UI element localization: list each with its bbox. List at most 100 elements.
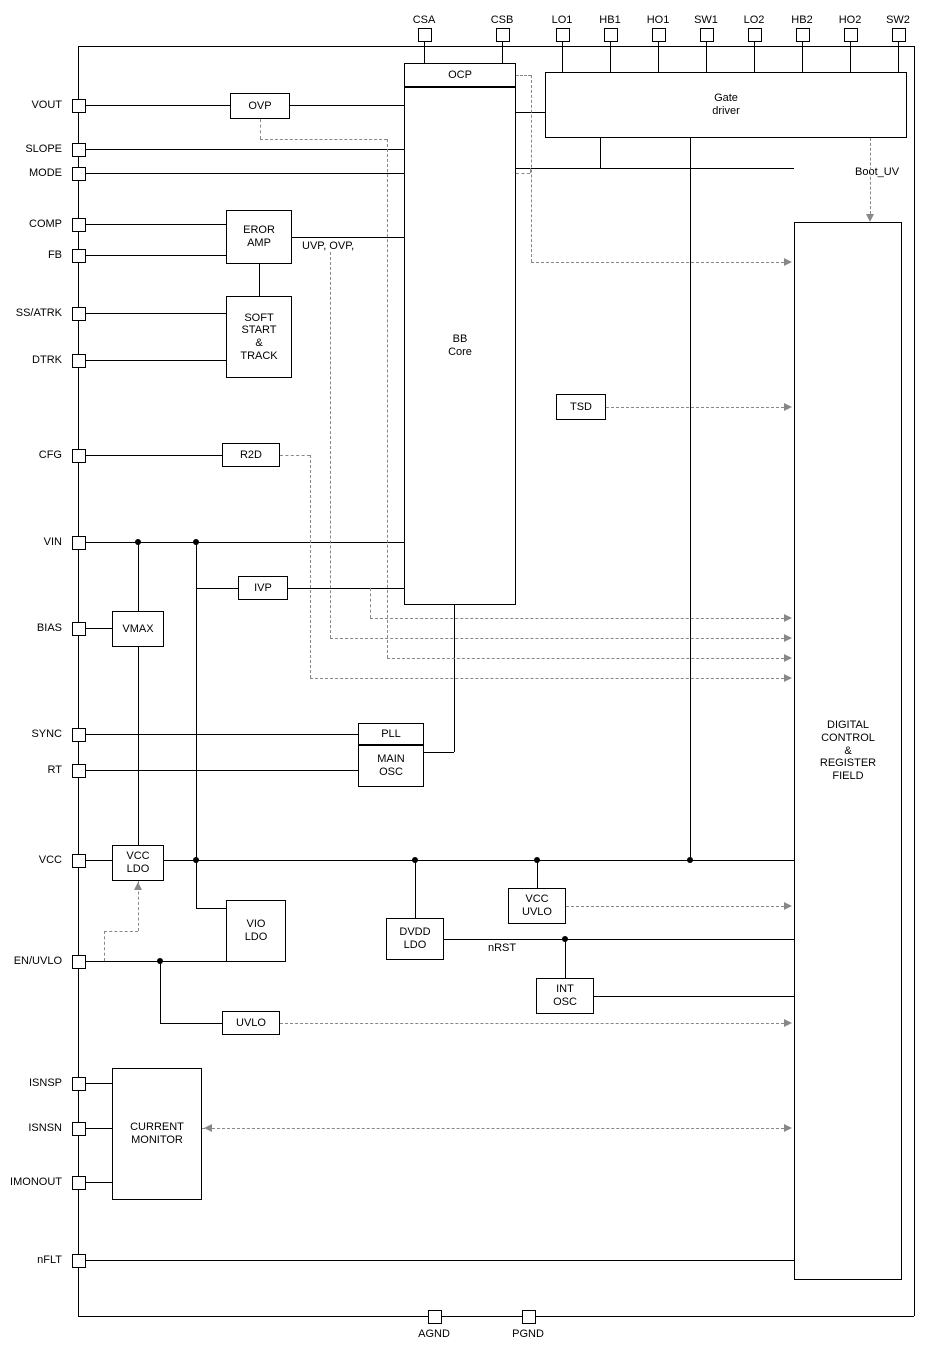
wire-vin-to-ivp-h [196, 588, 238, 589]
wire-vcc-bus [164, 860, 794, 861]
wire-core-to-osc-h [424, 752, 454, 753]
pin-label-comp: COMP [2, 218, 66, 230]
dash-ocp-v [531, 75, 532, 262]
node-vin-tap2 [135, 539, 141, 545]
pin-pad-vout [72, 99, 86, 113]
pin-label-dtrk: DTRK [2, 354, 66, 366]
wire-sync [86, 734, 358, 735]
wire-vcc-stub [86, 860, 112, 861]
pin-pad-comp [72, 218, 86, 232]
pin-stub-csa [424, 42, 425, 64]
block-r2d: R2D [222, 443, 280, 467]
pin-stub-sw1 [706, 42, 707, 72]
block-ivp: IVP [238, 576, 288, 600]
arrow-vccldo [134, 882, 142, 890]
block-tsd: TSD [556, 394, 606, 420]
pin-pad-sw1 [700, 28, 714, 42]
dash-vccldo-h [104, 931, 138, 932]
wire-dvdd-out [444, 939, 794, 940]
wire-vout-ovp [86, 105, 230, 106]
pin-stub-lo2 [754, 42, 755, 72]
pin-label-ho1: HO1 [638, 14, 678, 26]
pin-label-bias: BIAS [2, 622, 66, 634]
wire-imonout [86, 1182, 112, 1183]
dash-uvp-h [330, 638, 784, 639]
pin-pad-bias [72, 622, 86, 636]
pin-pad-agnd [428, 1310, 442, 1324]
pin-label-vin: VIN [2, 536, 66, 548]
pin-pad-mode [72, 167, 86, 181]
wire-en-to-uvlo-h [160, 1023, 222, 1024]
block-soft-start: SOFT START & TRACK [226, 296, 292, 378]
wire-isnsn [86, 1128, 112, 1129]
wire-en-to-uvlo-v [160, 961, 161, 1023]
border-right [914, 46, 915, 1316]
pin-pad-csb [496, 28, 510, 42]
wire-rt [86, 770, 358, 771]
arrow-uvlo-dig [784, 1019, 792, 1027]
pin-stub-ho1 [658, 42, 659, 72]
text-boot-uv: Boot_UV [855, 166, 899, 178]
pin-pad-fb [72, 249, 86, 263]
pin-label-ssatrk: SS/ATRK [2, 307, 66, 319]
pin-label-agnd: AGND [409, 1328, 459, 1340]
block-vmax: VMAX [112, 611, 164, 647]
node-vcc-dvdd [412, 857, 418, 863]
pin-label-lo1: LO1 [542, 14, 582, 26]
wire-dtrk [86, 360, 226, 361]
pin-pad-cfg [72, 449, 86, 463]
wire-intosc-out [594, 996, 794, 997]
pin-label-vcc: VCC [2, 854, 66, 866]
block-main-osc: MAIN OSC [358, 745, 424, 787]
wire-nflt [86, 1260, 794, 1261]
dash-bootuv [870, 138, 871, 214]
dash-ocp-h2 [531, 262, 784, 263]
arrow-curmon-r [784, 1124, 792, 1132]
pin-label-imonout: IMONOUT [2, 1176, 66, 1188]
pin-label-hb2: HB2 [782, 14, 822, 26]
pin-label-isnsp: ISNSP [2, 1077, 66, 1089]
dash-ovp-v [260, 119, 261, 139]
block-ovp: OVP [230, 93, 290, 119]
pin-label-mode: MODE [2, 167, 66, 179]
wire-vin-to-vmax [138, 542, 139, 611]
wire-bias [86, 628, 112, 629]
pin-label-csb: CSB [482, 14, 522, 26]
pin-pad-ssatrk [72, 307, 86, 321]
pin-pad-csa [418, 28, 432, 42]
wire-isnsp [86, 1083, 112, 1084]
wire-vin-down [196, 588, 197, 860]
dash-curmon [202, 1128, 784, 1129]
wire-enuvlo [86, 961, 226, 962]
arrow-uvp-dig [784, 634, 792, 642]
border-top [78, 46, 914, 47]
dash-uvp-v [330, 252, 331, 638]
pin-pad-ho2 [844, 28, 858, 42]
pin-label-pgnd: PGND [503, 1328, 553, 1340]
wire-vcc-to-dvdd [415, 860, 416, 918]
node-vcc-uvlo [534, 857, 540, 863]
pin-label-vout: VOUT [2, 99, 66, 111]
pin-stub-csb [502, 42, 503, 64]
block-gate-driver: Gate driver [545, 72, 907, 138]
dash-tsd [606, 407, 784, 408]
wire-gatedrv-h [516, 168, 794, 169]
pin-label-cfg: CFG [2, 449, 66, 461]
dash-ivp-h [370, 618, 784, 619]
arrow-tsd-dig [784, 403, 792, 411]
wire-dvdd-to-intosc [565, 939, 566, 978]
wire-ssatrk [86, 313, 226, 314]
dash-ovp-to-dig [387, 658, 784, 659]
pin-pad-isnsn [72, 1122, 86, 1136]
block-vcc-ldo: VCC LDO [112, 845, 164, 881]
dash-r2d-h1 [280, 455, 310, 456]
block-current-monitor: CURRENT MONITOR [112, 1068, 202, 1200]
pin-label-sync: SYNC [2, 728, 66, 740]
pin-stub-lo1 [562, 42, 563, 72]
pin-stub-ho2 [850, 42, 851, 72]
pin-label-isnsn: ISNSN [2, 1122, 66, 1134]
pin-pad-pgnd [522, 1310, 536, 1324]
wire-mode [86, 173, 404, 174]
block-dvdd-ldo: DVDD LDO [386, 918, 444, 960]
arrow-ocp-dig [784, 258, 792, 266]
